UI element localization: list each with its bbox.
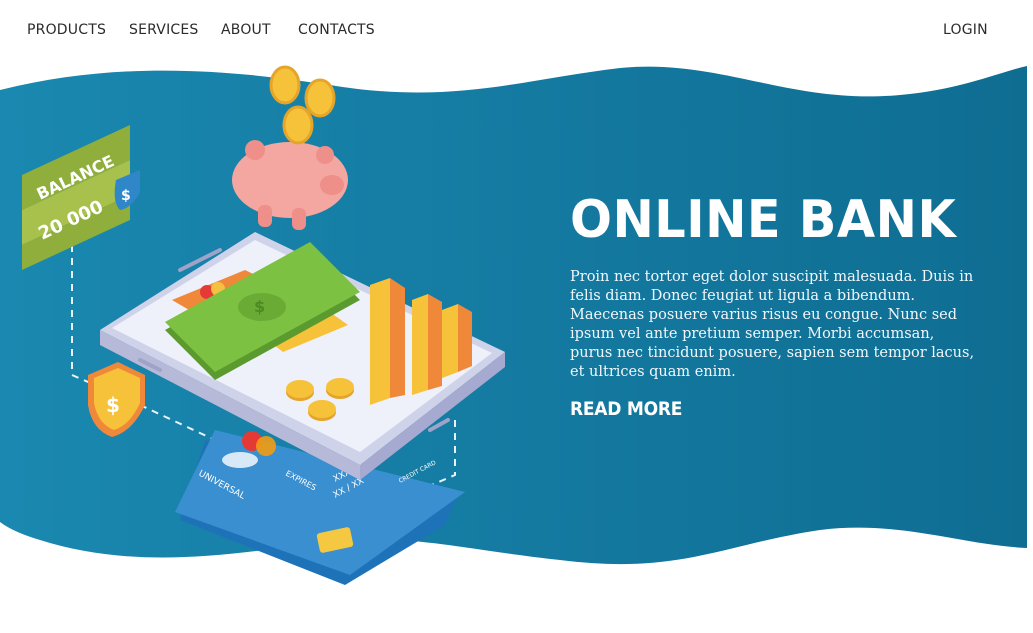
falling-coins-icon [269, 65, 336, 145]
banner-dollar-sign: $ [121, 188, 131, 204]
nav-login[interactable]: LOGIN [943, 22, 988, 38]
nav-services[interactable]: SERVICES [129, 22, 199, 38]
cash-dollar-sign: $ [254, 297, 265, 316]
shield-dollar-icon: $ [88, 362, 145, 437]
hero-content: ONLINE BANK Proin nec tortor eget dolor … [570, 190, 990, 420]
top-nav: PRODUCTS SERVICES ABOUT CONTACTS LOGIN [0, 0, 1033, 62]
hero-description: Proin nec tortor eget dolor suscipit mal… [570, 269, 975, 380]
nav-contacts[interactable]: CONTACTS [298, 22, 375, 38]
read-more-link[interactable]: READ MORE [570, 398, 682, 420]
nav-about[interactable]: ABOUT [221, 22, 271, 38]
shield-dollar-sign: $ [106, 393, 120, 417]
nav-products[interactable]: PRODUCTS [27, 22, 106, 38]
hero-title: ONLINE BANK [570, 190, 957, 250]
balance-banner: BALANCE 20 000 $ [22, 125, 140, 270]
piggy-bank-icon [232, 140, 348, 230]
